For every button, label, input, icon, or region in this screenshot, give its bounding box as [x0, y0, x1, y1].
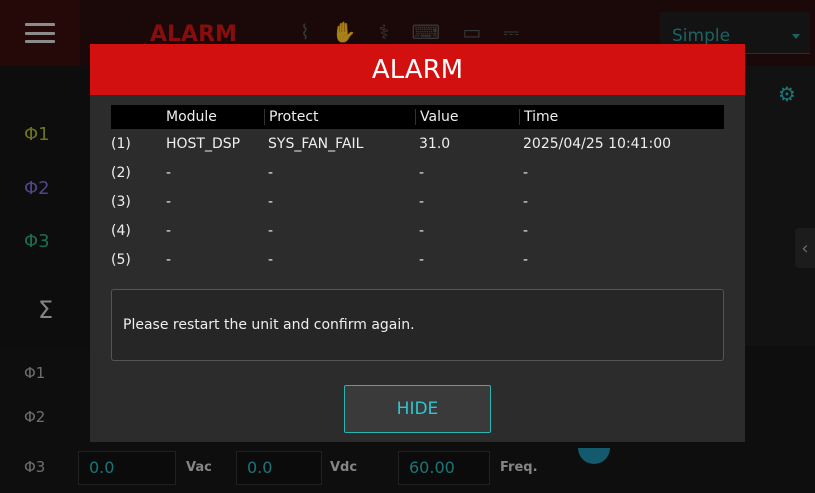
row-protect: -	[268, 251, 274, 268]
table-row: (3) - - - -	[111, 187, 724, 216]
row-module: HOST_DSP	[166, 135, 241, 152]
row-protect: -	[268, 193, 274, 210]
hide-button[interactable]: HIDE	[344, 385, 491, 433]
row-value: 31.0	[419, 135, 451, 152]
row-protect: -	[268, 164, 274, 181]
col-value: Value	[415, 109, 519, 125]
row-protect: -	[268, 222, 274, 239]
col-time: Time	[519, 109, 724, 125]
alarm-table-header: Module Protect Value Time	[111, 105, 724, 129]
table-row: (2) - - - -	[111, 158, 724, 187]
alarm-dialog-title: ALARM	[90, 44, 745, 95]
row-index: (3)	[111, 193, 131, 210]
row-value: -	[419, 164, 425, 181]
row-value: -	[419, 193, 425, 210]
row-value: -	[419, 222, 425, 239]
table-row: (5) - - - -	[111, 245, 724, 274]
row-value: -	[419, 251, 425, 268]
row-protect: SYS_FAN_FAIL	[268, 135, 364, 152]
alarm-message: Please restart the unit and confirm agai…	[111, 289, 724, 361]
row-time: -	[523, 193, 529, 210]
col-protect: Protect	[264, 109, 415, 125]
row-time: -	[523, 222, 529, 239]
row-index: (1)	[111, 135, 131, 152]
row-time: 2025/04/25 10:41:00	[523, 135, 672, 152]
row-time: -	[523, 164, 529, 181]
alarm-table: Module Protect Value Time (1) HOST_DSP S…	[111, 105, 724, 274]
row-module: -	[166, 164, 172, 181]
row-index: (5)	[111, 251, 131, 268]
row-time: -	[523, 251, 529, 268]
row-module: -	[166, 222, 172, 239]
alarm-dialog: ALARM Module Protect Value Time (1) HOST…	[90, 44, 745, 442]
row-module: -	[166, 193, 172, 210]
table-row: (4) - - - -	[111, 216, 724, 245]
row-index: (2)	[111, 164, 131, 181]
table-row: (1) HOST_DSP SYS_FAN_FAIL 31.0 2025/04/2…	[111, 129, 724, 158]
row-index: (4)	[111, 222, 131, 239]
col-module: Module	[166, 109, 217, 125]
row-module: -	[166, 251, 172, 268]
